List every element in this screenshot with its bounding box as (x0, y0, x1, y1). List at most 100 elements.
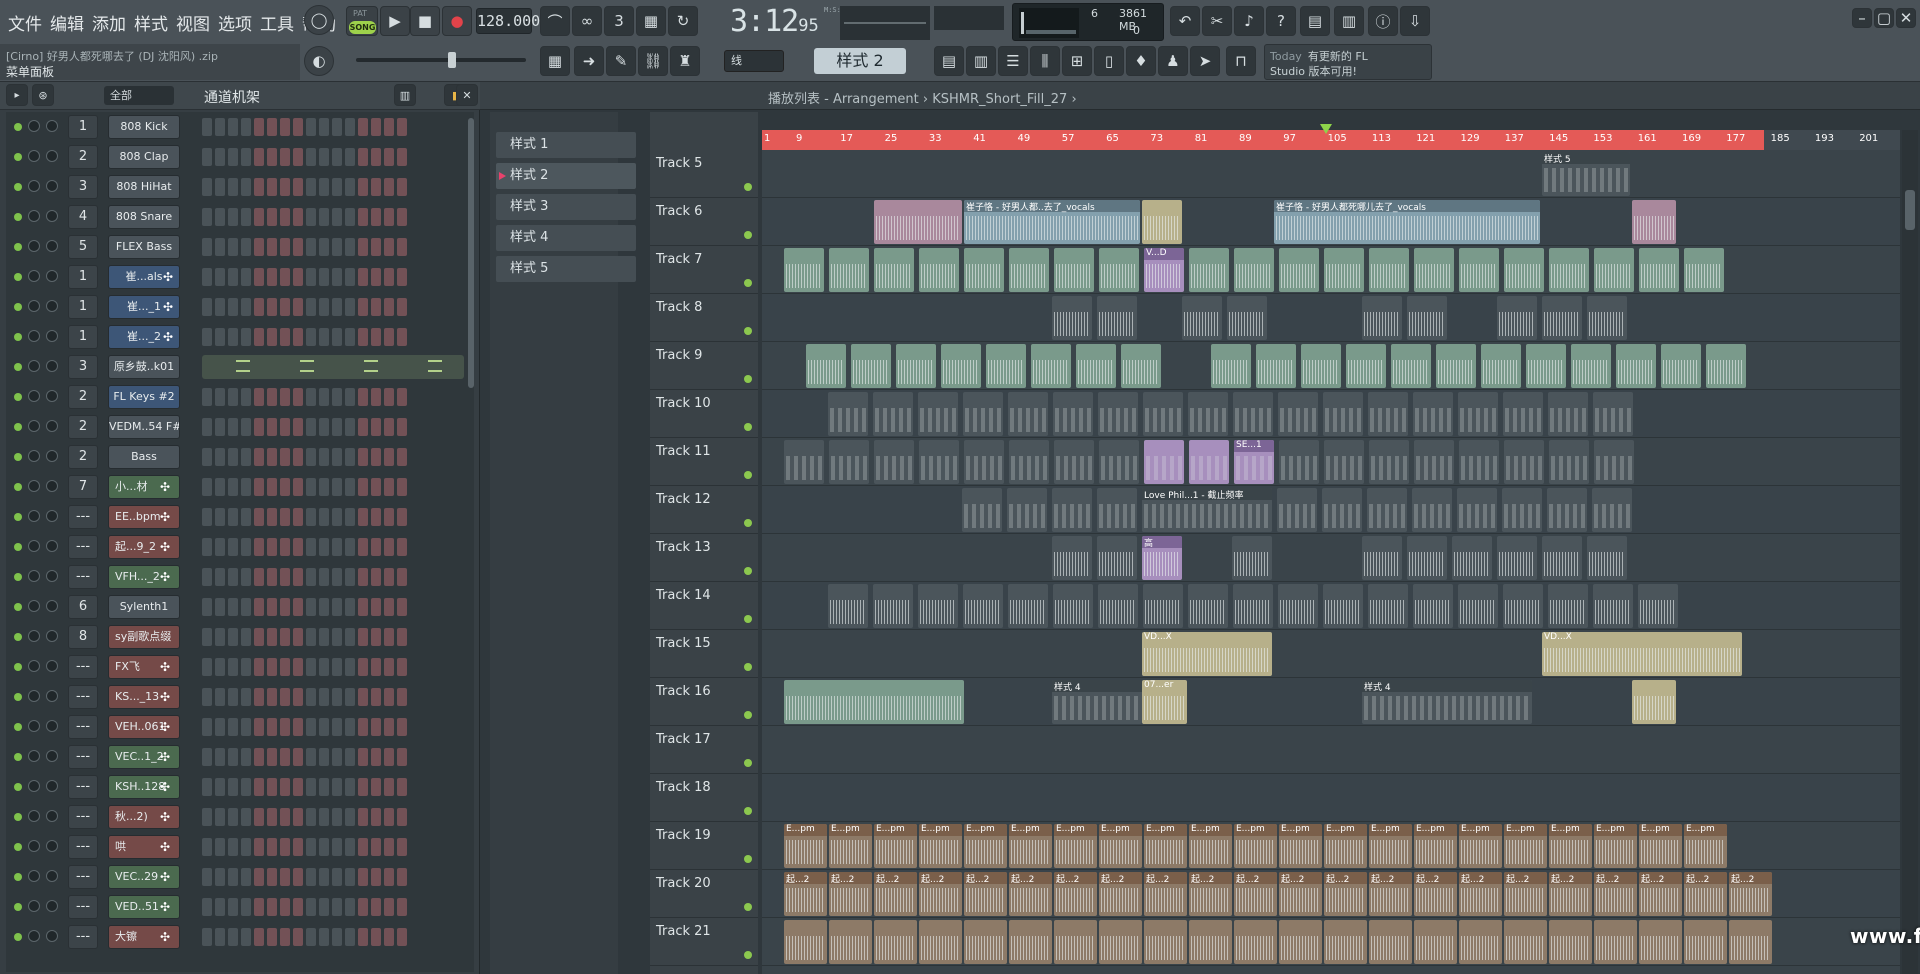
step-button[interactable] (254, 148, 264, 166)
step-button[interactable] (228, 778, 238, 796)
playlist-clip[interactable] (1592, 488, 1632, 532)
step-button[interactable] (267, 808, 277, 826)
mute-led-icon[interactable] (14, 213, 22, 221)
step-button[interactable] (332, 658, 342, 676)
playlist-clip[interactable] (1099, 248, 1139, 292)
track-led-icon[interactable] (744, 759, 752, 767)
step-button[interactable] (371, 148, 381, 166)
playlist-clip[interactable] (1323, 392, 1363, 436)
step-button[interactable] (319, 838, 329, 856)
step-button[interactable] (293, 778, 303, 796)
step-button[interactable] (241, 628, 251, 646)
step-button[interactable] (345, 598, 355, 616)
export-icon[interactable]: ⇩ (1400, 6, 1430, 36)
playlist-clip[interactable] (1497, 296, 1537, 340)
playlist-clip[interactable]: 崔子恪 - 好男人都死哪儿去了_vocals (1274, 200, 1540, 244)
track-lane[interactable] (762, 294, 1900, 342)
playlist-clip[interactable] (1009, 440, 1049, 484)
step-button[interactable] (319, 928, 329, 946)
playlist-clip[interactable] (1369, 248, 1409, 292)
playlist-clip[interactable] (1279, 920, 1322, 964)
step-button[interactable] (267, 268, 277, 286)
playlist-clip[interactable] (1234, 248, 1274, 292)
step-button[interactable] (228, 568, 238, 586)
step-button[interactable] (267, 778, 277, 796)
step-button[interactable] (228, 658, 238, 676)
playlist-clip[interactable] (1638, 584, 1678, 628)
step-button[interactable] (215, 688, 225, 706)
playlist-clip[interactable]: 起...2 (1009, 872, 1052, 916)
track-lane[interactable] (762, 534, 1900, 582)
step-button[interactable] (228, 478, 238, 496)
mute-led-icon[interactable] (14, 393, 22, 401)
playlist-clip[interactable] (1322, 488, 1362, 532)
playlist-clip[interactable] (1593, 392, 1633, 436)
step-button[interactable] (371, 628, 381, 646)
channel-name-button[interactable]: 小...材 ✣ (108, 475, 180, 499)
step-button[interactable] (215, 418, 225, 436)
volume-knob[interactable] (46, 390, 58, 402)
volume-knob[interactable] (46, 240, 58, 252)
playlist-clip[interactable] (1143, 392, 1183, 436)
step-button[interactable] (358, 748, 368, 766)
step-button[interactable] (384, 268, 394, 286)
playlist-clip[interactable] (1502, 488, 1542, 532)
channel-row[interactable]: 8 sy副歌点缀 (6, 622, 466, 652)
channel-name-button[interactable]: VEH..061 ✣ (108, 715, 180, 739)
mixer-track-number[interactable]: --- (68, 865, 98, 889)
undo-icon[interactable]: ↶ (1170, 6, 1200, 36)
track-led-icon[interactable] (744, 279, 752, 287)
step-button[interactable] (293, 808, 303, 826)
step-button[interactable] (241, 748, 251, 766)
step-button[interactable] (202, 298, 212, 316)
mixer-track-number[interactable]: 1 (68, 265, 98, 289)
step-button[interactable] (397, 838, 407, 856)
step-button[interactable] (254, 538, 264, 556)
step-button[interactable] (280, 328, 290, 346)
step-button[interactable] (241, 718, 251, 736)
step-button[interactable] (215, 778, 225, 796)
volume-knob[interactable] (46, 660, 58, 672)
step-button[interactable] (319, 148, 329, 166)
playlist-clip[interactable] (1632, 680, 1676, 724)
step-button[interactable] (319, 208, 329, 226)
countdown-icon[interactable]: 3 (604, 6, 634, 36)
step-button[interactable] (384, 328, 394, 346)
step-button[interactable] (306, 478, 316, 496)
step-button[interactable] (358, 808, 368, 826)
channel-row[interactable]: 5 FLEX Bass (6, 232, 466, 262)
plugin-icon[interactable]: ♦ (1126, 46, 1156, 76)
step-button[interactable] (358, 778, 368, 796)
track-header[interactable]: Track 9 (650, 342, 758, 390)
playlist-clip[interactable] (963, 392, 1003, 436)
step-button[interactable] (293, 628, 303, 646)
step-button[interactable] (280, 868, 290, 886)
step-button[interactable] (345, 508, 355, 526)
pan-knob[interactable] (28, 900, 40, 912)
step-button[interactable] (306, 628, 316, 646)
step-button[interactable] (228, 718, 238, 736)
playlist-clip[interactable] (1542, 536, 1582, 580)
step-button[interactable] (280, 898, 290, 916)
step-button[interactable] (202, 418, 212, 436)
playlist-clip[interactable] (1526, 344, 1566, 388)
mute-led-icon[interactable] (14, 543, 22, 551)
playlist-clip[interactable] (1368, 584, 1408, 628)
graph-editor-icon[interactable]: ▥ (394, 84, 416, 106)
playlist-clip[interactable]: 起...2 (1279, 872, 1322, 916)
track-header[interactable]: Track 16 (650, 678, 758, 726)
channel-name-button[interactable]: 大镲 ✣ (108, 925, 180, 949)
pan-knob[interactable] (28, 540, 40, 552)
step-button[interactable] (267, 868, 277, 886)
mute-led-icon[interactable] (14, 123, 22, 131)
playlist-clip[interactable]: E...pm (784, 824, 827, 868)
menu-edit[interactable]: 编辑 (46, 6, 88, 39)
step-button[interactable] (215, 748, 225, 766)
step-button[interactable] (371, 118, 381, 136)
playlist-clip[interactable] (1548, 584, 1588, 628)
step-button[interactable] (332, 268, 342, 286)
playlist-clip[interactable] (1233, 392, 1273, 436)
playlist-clip[interactable] (1594, 440, 1634, 484)
track-header[interactable]: Track 17 (650, 726, 758, 774)
master-volume-slider[interactable] (356, 52, 526, 68)
